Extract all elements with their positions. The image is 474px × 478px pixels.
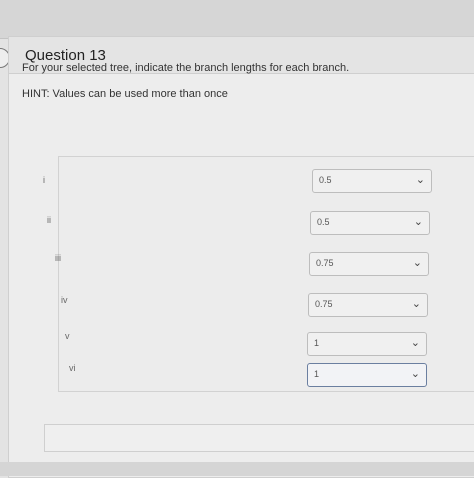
bottom-strip: [0, 462, 474, 476]
matching-table: i 0.5 ⌄ ii 0.5 ⌄ iii 0.75 ⌄ iv 0.75 ⌄ v …: [43, 156, 474, 392]
chevron-down-icon: ⌄: [413, 216, 423, 228]
instruction-text: For your selected tree, indicate the bra…: [22, 62, 350, 74]
selected-value: 0.75: [315, 299, 333, 309]
branch-length-select-ii[interactable]: 0.5 ⌄: [310, 211, 430, 235]
selected-value: 1: [314, 338, 320, 348]
row-label: i: [43, 175, 45, 185]
answer-area: [44, 424, 474, 452]
row-label: ii: [47, 215, 51, 225]
match-row-ii: ii 0.5 ⌄: [47, 197, 474, 237]
selected-value: 0.5: [319, 175, 332, 185]
branch-length-select-v[interactable]: 1 ⌄: [307, 332, 427, 356]
row-label: v: [65, 331, 70, 341]
match-row-i: i 0.5 ⌄: [43, 157, 474, 197]
chevron-down-icon: ⌄: [415, 174, 425, 186]
branch-length-select-vi[interactable]: 1 ⌄: [307, 363, 427, 387]
match-row-vi: vi 1 ⌄: [59, 357, 474, 397]
branch-length-select-i[interactable]: 0.5 ⌄: [312, 169, 432, 193]
match-row-v: v 1 ⌄: [59, 317, 474, 357]
selected-value: 0.5: [317, 217, 330, 227]
row-label: iv: [61, 295, 68, 305]
match-row-iii: iii 0.75 ⌄: [55, 237, 474, 277]
chevron-down-icon: ⌄: [410, 368, 420, 380]
branch-length-select-iii[interactable]: 0.75 ⌄: [309, 252, 429, 276]
chevron-down-icon: ⌄: [411, 298, 421, 310]
branch-length-select-iv[interactable]: 0.75 ⌄: [308, 293, 428, 317]
hint-text: HINT: Values can be used more than once: [22, 88, 228, 100]
row-label: vi: [69, 363, 76, 373]
chevron-down-icon: ⌄: [410, 337, 420, 349]
selected-value: 1: [314, 369, 320, 379]
top-strip: [0, 0, 474, 39]
selected-value: 0.75: [316, 258, 334, 268]
match-row-iv: iv 0.75 ⌄: [59, 277, 474, 317]
row-label: iii: [55, 253, 61, 263]
chevron-down-icon: ⌄: [412, 257, 422, 269]
